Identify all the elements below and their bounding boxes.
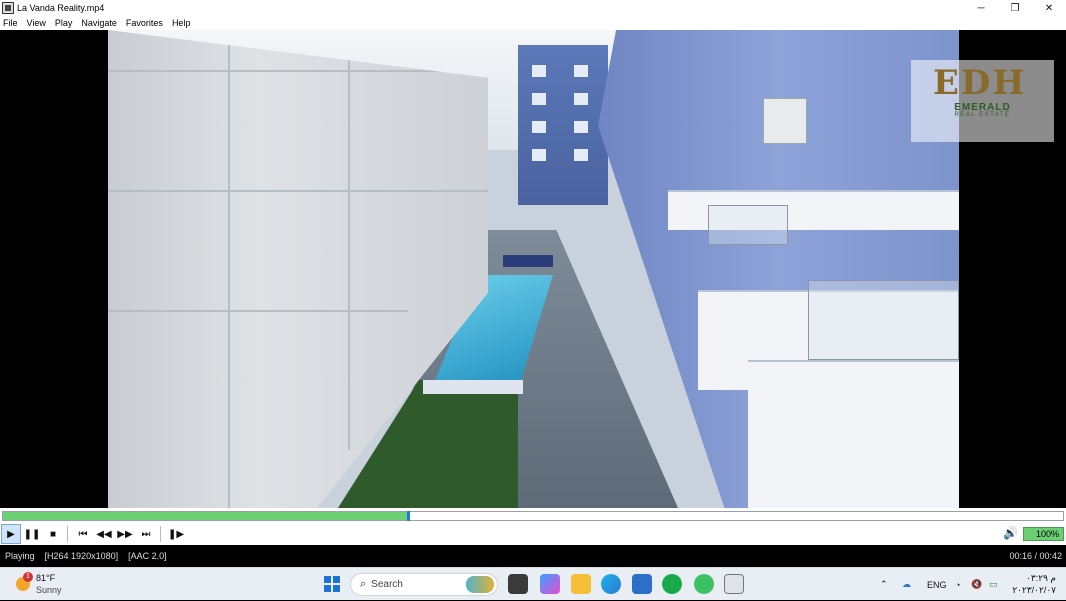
- menu-file[interactable]: File: [3, 18, 18, 28]
- playback-state: Playing: [5, 551, 35, 561]
- menu-navigate[interactable]: Navigate: [81, 18, 117, 28]
- file-explorer-icon[interactable]: [571, 574, 591, 594]
- forward-button[interactable]: ▶▶: [115, 524, 135, 544]
- audio-codec: [AAC 2.0]: [128, 551, 167, 561]
- close-button[interactable]: ✕: [1032, 0, 1066, 16]
- play-button[interactable]: ▶: [1, 524, 21, 544]
- pause-button[interactable]: ❚❚: [22, 524, 42, 544]
- taskbar: 1 81°F Sunny ⌕ Search ⌃ ☁ ENG ◔ 🔇 ▭ م ٠٣…: [0, 567, 1066, 600]
- search-label: Search: [371, 579, 403, 590]
- edge-browser-icon[interactable]: [601, 574, 621, 594]
- separator: [160, 526, 161, 542]
- menu-play[interactable]: Play: [55, 18, 73, 28]
- media-player-icon[interactable]: [724, 574, 744, 594]
- task-view-icon[interactable]: [508, 574, 528, 594]
- video-loungers: [503, 255, 553, 267]
- window-controls: ─ ❐ ✕: [964, 0, 1066, 16]
- menu-favorites[interactable]: Favorites: [126, 18, 163, 28]
- volume-icon[interactable]: 🔊: [1003, 526, 1018, 540]
- system-clock[interactable]: م ٠٣:٢٩ ٢٠٢٣/٠٢/٠٧: [1012, 572, 1056, 596]
- seek-row: [0, 508, 1066, 523]
- video-area[interactable]: EDH EMERALD REAL ESTATE: [0, 30, 1066, 508]
- battery-icon[interactable]: ▭: [989, 568, 998, 601]
- logo-mark: EDH: [933, 63, 1027, 103]
- video-codec: [H264 1920x1080]: [44, 551, 119, 561]
- separator: [67, 526, 68, 542]
- taskbar-search[interactable]: ⌕ Search: [350, 573, 498, 596]
- video-far-building: [518, 45, 608, 205]
- volume-slider[interactable]: 100%: [1023, 527, 1064, 541]
- stop-button[interactable]: ■: [43, 524, 63, 544]
- frame-step-button[interactable]: ❚▶: [166, 524, 186, 544]
- status-bar: Playing [H264 1920x1080] [AAC 2.0] 00:16…: [0, 545, 1066, 567]
- tray-chevron-icon[interactable]: ⌃: [880, 568, 888, 601]
- video-loungers: [423, 380, 523, 394]
- menu-view[interactable]: View: [27, 18, 46, 28]
- search-icon: ⌕: [360, 578, 367, 590]
- weather-temperature[interactable]: 81°F: [36, 573, 55, 583]
- clock-date: ٢٠٢٣/٠٢/٠٧: [1012, 585, 1056, 595]
- video-frame: [108, 30, 959, 508]
- previous-button[interactable]: ⏮: [73, 524, 93, 544]
- app-icon: [2, 2, 14, 14]
- search-highlight-icon: [466, 576, 494, 593]
- minimize-button[interactable]: ─: [964, 0, 998, 16]
- next-button[interactable]: ⏭: [136, 524, 156, 544]
- logo-subtitle: REAL ESTATE: [954, 112, 1011, 118]
- restore-button[interactable]: ❐: [998, 0, 1032, 16]
- video-railing: [708, 205, 788, 245]
- seek-progress: [3, 512, 407, 520]
- whatsapp-icon[interactable]: [662, 574, 682, 594]
- menu-bar: File View Play Navigate Favorites Help: [0, 16, 1066, 30]
- seek-bar[interactable]: [2, 511, 1064, 521]
- window-title: La Vanda Reality.mp4: [17, 3, 105, 13]
- clock-time: م ٠٣:٢٩: [1026, 573, 1056, 583]
- copilot-icon[interactable]: [540, 574, 560, 594]
- video-balcony: [748, 360, 959, 508]
- menu-help[interactable]: Help: [172, 18, 191, 28]
- wifi-icon[interactable]: ◔: [955, 568, 960, 601]
- video-ac-unit: [763, 98, 807, 144]
- playback-controls: ▶ ❚❚ ■ ⏮ ◀◀ ▶▶ ⏭ ❚▶ 🔊 100%: [0, 523, 1066, 545]
- rewind-button[interactable]: ◀◀: [94, 524, 114, 544]
- windows-start-icon[interactable]: [324, 576, 340, 592]
- onedrive-icon[interactable]: ☁: [902, 568, 911, 601]
- title-bar: La Vanda Reality.mp4 ─ ❐ ✕: [0, 0, 1066, 16]
- playback-time: 00:16 / 00:42: [1009, 551, 1062, 561]
- weather-condition[interactable]: Sunny: [36, 585, 62, 595]
- speaker-muted-icon[interactable]: 🔇: [971, 568, 982, 601]
- video-railing: [808, 280, 959, 360]
- store-icon[interactable]: [632, 574, 652, 594]
- weather-badge: 1: [23, 572, 33, 582]
- whatsapp-beta-icon[interactable]: [694, 574, 714, 594]
- language-indicator[interactable]: ENG: [927, 568, 947, 601]
- seek-thumb[interactable]: [406, 511, 410, 521]
- watermark-logo: EDH EMERALD REAL ESTATE: [911, 60, 1054, 142]
